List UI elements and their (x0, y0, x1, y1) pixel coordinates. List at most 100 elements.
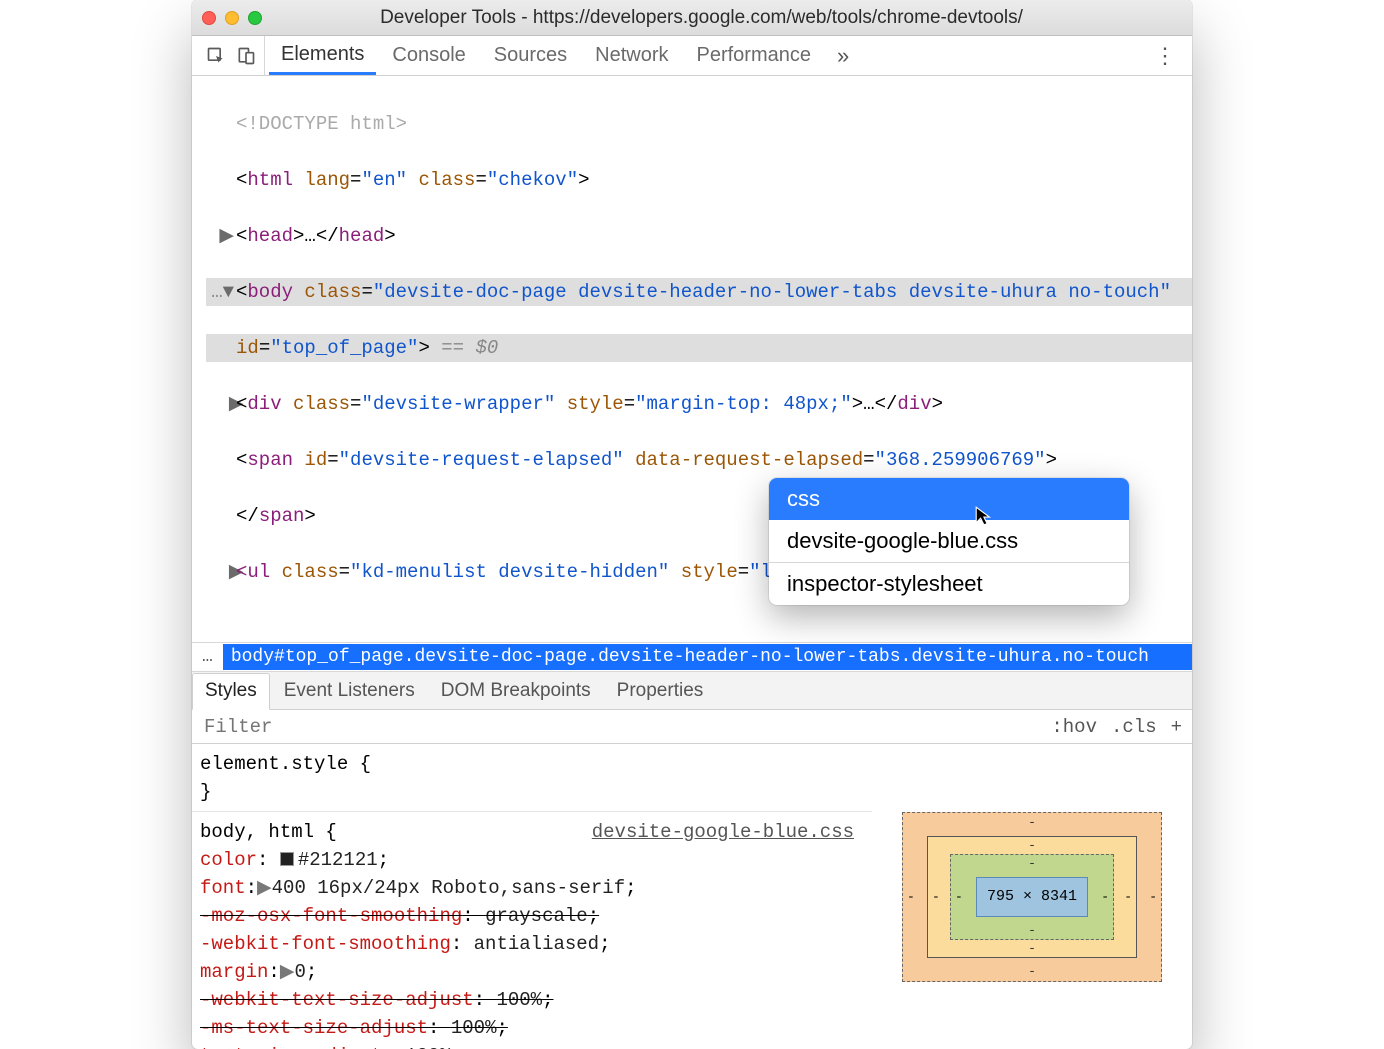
style-rules[interactable]: element.style { } devsite-google-blue.cs… (192, 744, 872, 1049)
prop-moz-name[interactable]: -moz-osx-font-smoothing (200, 905, 462, 927)
breadcrumb: … body#top_of_page.devsite-doc-page.devs… (192, 642, 1192, 672)
prop-moz-value[interactable]: grayscale (485, 905, 588, 927)
padding-right[interactable]: - (1101, 889, 1109, 904)
border-left[interactable]: - (932, 889, 940, 904)
margin-top[interactable]: - (1028, 815, 1036, 830)
padding-bottom[interactable]: - (1028, 923, 1036, 938)
prop-color-value[interactable]: #212121 (298, 849, 378, 871)
margin-bottom[interactable]: - (1028, 964, 1036, 979)
inspect-element-icon[interactable] (204, 44, 228, 68)
prop-font-value[interactable]: 400 16px/24px Roboto,sans-serif (272, 877, 625, 899)
devtools-window: Developer Tools - https://developers.goo… (192, 0, 1192, 1049)
stylesheet-autocomplete-popup: css devsite-google-blue.css inspector-st… (769, 478, 1129, 605)
border-right[interactable]: - (1124, 889, 1132, 904)
more-options-icon[interactable]: ⋮ (1144, 43, 1186, 69)
span-data-val: "368.259906769" (875, 449, 1046, 471)
expand-font-icon[interactable]: ▶ (257, 877, 272, 899)
head-close: head (339, 225, 385, 247)
element-style-rule[interactable]: element.style { (200, 750, 872, 778)
border-bottom[interactable]: - (1028, 941, 1036, 956)
prop-color-name[interactable]: color (200, 849, 257, 871)
span-id-attr: id (304, 449, 327, 471)
padding-left[interactable]: - (955, 889, 963, 904)
div-class-val: "devsite-wrapper" (361, 393, 555, 415)
autocomplete-item-devsite[interactable]: devsite-google-blue.css (769, 520, 1129, 562)
tabs-overflow-icon[interactable]: » (827, 43, 859, 69)
tab-sources[interactable]: Sources (482, 36, 579, 75)
selected-indicator: == $0 (430, 337, 498, 359)
prop-font-name[interactable]: font (200, 877, 246, 899)
div-class-attr: class (293, 393, 350, 415)
body-id-attr: id (236, 337, 259, 359)
head-tag: head (247, 225, 293, 247)
source-file-link[interactable]: devsite-google-blue.css (592, 818, 872, 846)
styles-panel: element.style { } devsite-google-blue.cs… (192, 744, 1192, 1049)
span-data-attr: data-request-elapsed (635, 449, 863, 471)
color-swatch-icon[interactable] (280, 852, 294, 866)
subtab-styles[interactable]: Styles (192, 673, 270, 710)
box-margin[interactable]: - - - - - - - - - - - - 795 (902, 812, 1162, 982)
tab-network[interactable]: Network (583, 36, 680, 75)
tab-console[interactable]: Console (380, 36, 477, 75)
span-close: span (259, 505, 305, 527)
breadcrumb-selected[interactable]: body#top_of_page.devsite-doc-page.devsit… (223, 644, 1192, 670)
main-tabs: Elements Console Sources Network Perform… (192, 36, 1192, 76)
box-border[interactable]: - - - - - - - - 795 × 8341 (927, 836, 1137, 958)
html-open-tag: html (247, 169, 293, 191)
window-title: Developer Tools - https://developers.goo… (221, 7, 1182, 29)
head-ellipsis: … (304, 225, 315, 247)
tab-elements[interactable]: Elements (269, 36, 376, 75)
box-content[interactable]: 795 × 8341 (976, 877, 1088, 917)
cls-toggle[interactable]: .cls (1111, 716, 1157, 738)
body-tag[interactable]: body (247, 281, 293, 303)
device-toolbar-icon[interactable] (234, 44, 258, 68)
body-id-val: "top_of_page" (270, 337, 418, 359)
close-brace: } (200, 778, 872, 806)
div-close: div (897, 393, 931, 415)
div-ellipsis: … (863, 393, 874, 415)
prop-margin-name[interactable]: margin (200, 961, 268, 983)
expand-margin-icon[interactable]: ▶ (280, 961, 295, 983)
padding-top[interactable]: - (1028, 856, 1036, 871)
new-style-rule-button[interactable]: + (1171, 716, 1182, 738)
tab-performance[interactable]: Performance (685, 36, 824, 75)
autocomplete-item-inspector[interactable]: inspector-stylesheet (769, 563, 1129, 605)
div-tag[interactable]: div (247, 393, 281, 415)
body-class-val: "devsite-doc-page devsite-header-no-lowe… (373, 281, 1171, 303)
doctype: <!DOCTYPE html> (236, 113, 407, 135)
margin-left[interactable]: - (907, 889, 915, 904)
prop-tsa-name[interactable]: text-size-adjust (200, 1045, 382, 1049)
subtab-event-listeners[interactable]: Event Listeners (272, 672, 427, 709)
span-tag[interactable]: span (247, 449, 293, 471)
mouse-cursor-icon (974, 505, 996, 533)
val-lang: "en" (361, 169, 407, 191)
subtab-properties[interactable]: Properties (605, 672, 716, 709)
body-class-attr: class (304, 281, 361, 303)
attr-lang: lang (304, 169, 350, 191)
prop-margin-value[interactable]: 0 (294, 961, 305, 983)
styles-subtabs: Styles Event Listeners DOM Breakpoints P… (192, 672, 1192, 710)
box-padding[interactable]: - - - - 795 × 8341 (950, 854, 1114, 940)
div-style-val: "margin-top: 48px;" (635, 393, 852, 415)
div-style-attr: style (567, 393, 624, 415)
close-window-button[interactable] (202, 11, 216, 25)
hov-toggle[interactable]: :hov (1051, 716, 1097, 738)
val-class: "chekov" (487, 169, 578, 191)
prop-wk-tsa-name[interactable]: -webkit-text-size-adjust (200, 989, 474, 1011)
prop-webkit-smooth-name[interactable]: -webkit-font-smoothing (200, 933, 451, 955)
styles-toolbar: :hov .cls + (192, 710, 1192, 744)
titlebar: Developer Tools - https://developers.goo… (192, 0, 1192, 36)
prop-webkit-smooth-value[interactable]: antialiased (474, 933, 599, 955)
styles-filter-input[interactable] (202, 715, 1037, 739)
margin-right[interactable]: - (1149, 889, 1157, 904)
prop-wk-tsa-value[interactable]: 100% (496, 989, 542, 1011)
border-top[interactable]: - (1028, 838, 1036, 853)
prop-tsa-value[interactable]: 100% (405, 1045, 451, 1049)
toolbar-left (198, 36, 265, 75)
breadcrumb-overflow[interactable]: … (192, 647, 223, 667)
subtab-dom-breakpoints[interactable]: DOM Breakpoints (429, 672, 603, 709)
autocomplete-item-css[interactable]: css (769, 478, 1129, 520)
span-id-val: "devsite-request-elapsed" (339, 449, 624, 471)
rule-selector[interactable]: body, html { (200, 821, 337, 843)
box-model: - - - - - - - - - - - - 795 (872, 744, 1192, 1049)
